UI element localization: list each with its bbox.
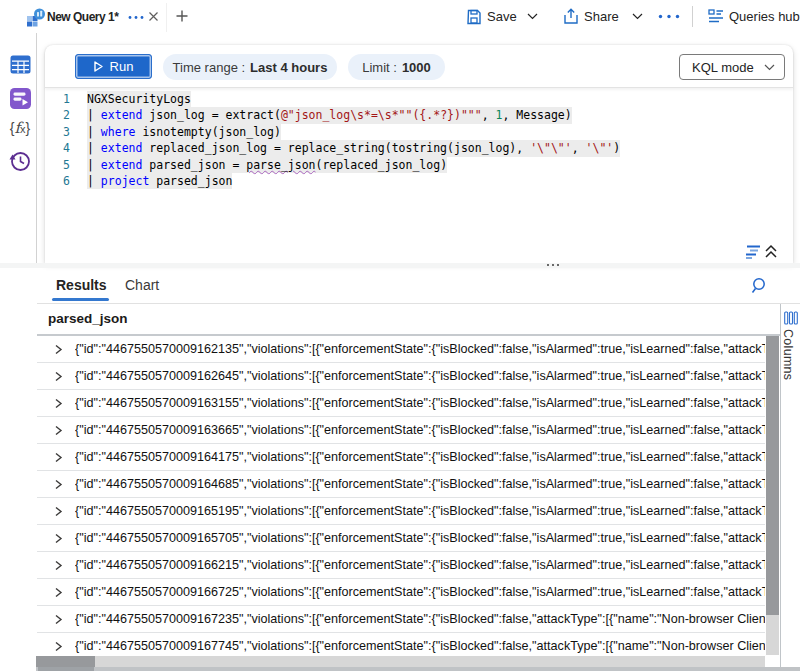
splitter-grip-icon[interactable] (547, 264, 563, 267)
rail-divider (36, 33, 37, 263)
queries-hub-button[interactable]: Queries hub (729, 9, 800, 24)
result-row[interactable]: {"id":"4467550570009162645","violations"… (37, 363, 765, 390)
result-row[interactable]: {"id":"4467550570009165195","violations"… (37, 498, 765, 525)
new-tab-button[interactable] (176, 10, 188, 22)
page-horizontal-scrollbar[interactable] (36, 667, 800, 671)
line-number: 6 (45, 173, 70, 189)
expand-row-icon[interactable] (54, 425, 63, 436)
mode-chevron-icon (764, 64, 775, 71)
row-json-text: {"id":"4467550570009165705","violations"… (75, 531, 765, 545)
result-row[interactable]: {"id":"4467550570009167235","violations"… (37, 606, 765, 633)
query-toolbar: Run Time range :Last 4 hours Limit :1000… (45, 45, 793, 88)
expand-row-icon[interactable] (54, 614, 63, 625)
result-row[interactable]: {"id":"4467550570009164685","violations"… (37, 471, 765, 498)
result-row[interactable]: {"id":"4467550570009166215","violations"… (37, 552, 765, 579)
save-chevron-icon[interactable] (527, 13, 538, 20)
expand-row-icon[interactable] (54, 587, 63, 598)
history-icon[interactable] (9, 150, 31, 172)
expand-row-icon[interactable] (54, 371, 63, 382)
expand-row-icon[interactable] (54, 560, 63, 571)
result-row[interactable]: {"id":"4467550570009166725","violations"… (37, 579, 765, 606)
result-row[interactable]: {"id":"4467550570009164175","violations"… (37, 444, 765, 471)
editor-options-icon[interactable] (745, 245, 762, 259)
column-header-parsed-json[interactable]: parsed_json (48, 311, 128, 326)
database-explorer-icon[interactable] (9, 87, 32, 110)
query-editor-code[interactable]: 1NGXSecurityLogs2| extend json_log = ext… (45, 91, 785, 196)
save-icon (466, 9, 482, 25)
row-json-text: {"id":"4467550570009162645","violations"… (75, 369, 765, 383)
row-json-text: {"id":"4467550570009164175","violations"… (75, 450, 765, 464)
row-json-text: {"id":"4467550570009167235","violations"… (75, 612, 765, 626)
share-chevron-icon[interactable] (632, 13, 643, 20)
code-line: 6| project parsed_json (45, 173, 785, 189)
tabbar-divider (692, 6, 693, 27)
line-number: 3 (45, 124, 70, 140)
expand-row-icon[interactable] (54, 506, 63, 517)
queries-hub-icon (708, 9, 724, 24)
code-line: 2| extend json_log = extract(@"json_log\… (45, 107, 785, 123)
tab-results[interactable]: Results (56, 277, 107, 293)
row-json-text: {"id":"4467550570009166725","violations"… (75, 585, 765, 599)
tab-more-icon[interactable] (128, 16, 144, 19)
tab-border (166, 3, 167, 32)
result-row[interactable]: {"id":"4467550570009163155","violations"… (37, 390, 765, 417)
run-button[interactable]: Run (75, 54, 152, 79)
line-number: 4 (45, 140, 70, 156)
connections-table-icon[interactable] (10, 55, 31, 74)
code-line: 1NGXSecurityLogs (45, 91, 785, 107)
tab-title[interactable]: New Query 1* (47, 0, 118, 34)
result-row[interactable]: {"id":"4467550570009165705","violations"… (37, 525, 765, 552)
azure-data-explorer-window: New Query 1* Save Share Queries hub (0, 0, 800, 671)
result-row[interactable]: {"id":"4467550570009167745","violations"… (37, 633, 765, 655)
line-number: 2 (45, 107, 70, 123)
expand-row-icon[interactable] (54, 479, 63, 490)
columns-panel-label[interactable]: Columns (781, 329, 795, 380)
expand-row-icon[interactable] (54, 641, 63, 652)
columns-icon[interactable] (784, 311, 798, 325)
limit-pill[interactable]: Limit :1000 (348, 54, 445, 80)
grid-vertical-scrollbar[interactable] (766, 336, 779, 655)
grid-top-border (37, 303, 800, 304)
share-button[interactable]: Share (584, 9, 619, 24)
tab-close-icon[interactable] (148, 11, 159, 22)
time-range-pill[interactable]: Time range :Last 4 hours (163, 54, 337, 80)
more-actions-icon[interactable] (658, 14, 680, 19)
expand-row-icon[interactable] (54, 533, 63, 544)
code-line: 5| extend parsed_json = parse_json(repla… (45, 157, 785, 173)
play-icon (94, 61, 103, 72)
kql-mode-dropdown[interactable]: KQL mode (679, 54, 785, 80)
row-json-text: {"id":"4467550570009165195","violations"… (75, 504, 765, 518)
kql-query-tab-icon (26, 8, 46, 27)
grid-vertical-scrollbar-thumb[interactable] (766, 336, 779, 615)
share-icon (563, 8, 579, 25)
page-horizontal-scrollbar-thumb[interactable] (38, 667, 94, 671)
functions-icon[interactable]: {fx} (6, 119, 34, 137)
code-line: 3| where isnotempty(json_log) (45, 124, 785, 140)
row-json-text: {"id":"4467550570009164685","violations"… (75, 477, 765, 491)
panel-splitter[interactable] (0, 263, 800, 268)
row-json-text: {"id":"4467550570009163665","violations"… (75, 423, 765, 437)
result-row[interactable]: {"id":"4467550570009163665","violations"… (37, 417, 765, 444)
row-json-text: {"id":"4467550570009166215","violations"… (75, 558, 765, 572)
result-row[interactable]: {"id":"4467550570009162135","violations"… (37, 336, 765, 363)
results-grid: {"id":"4467550570009162135","violations"… (37, 336, 765, 655)
line-number: 1 (45, 91, 70, 107)
search-icon[interactable] (751, 277, 769, 295)
expand-row-icon[interactable] (54, 452, 63, 463)
expand-row-icon[interactable] (54, 398, 63, 409)
row-json-text: {"id":"4467550570009163155","violations"… (75, 396, 765, 410)
tab-chart[interactable]: Chart (125, 277, 159, 293)
expand-row-icon[interactable] (54, 344, 63, 355)
row-json-text: {"id":"4467550570009162135","violations"… (75, 342, 765, 356)
code-line: 4| extend replaced_json_log = replace_st… (45, 140, 785, 156)
collapse-editor-icon[interactable] (764, 244, 778, 259)
line-number: 5 (45, 157, 70, 173)
row-json-text: {"id":"4467550570009167745","violations"… (75, 639, 765, 653)
save-button[interactable]: Save (487, 9, 517, 24)
results-tab-underline (52, 298, 109, 301)
